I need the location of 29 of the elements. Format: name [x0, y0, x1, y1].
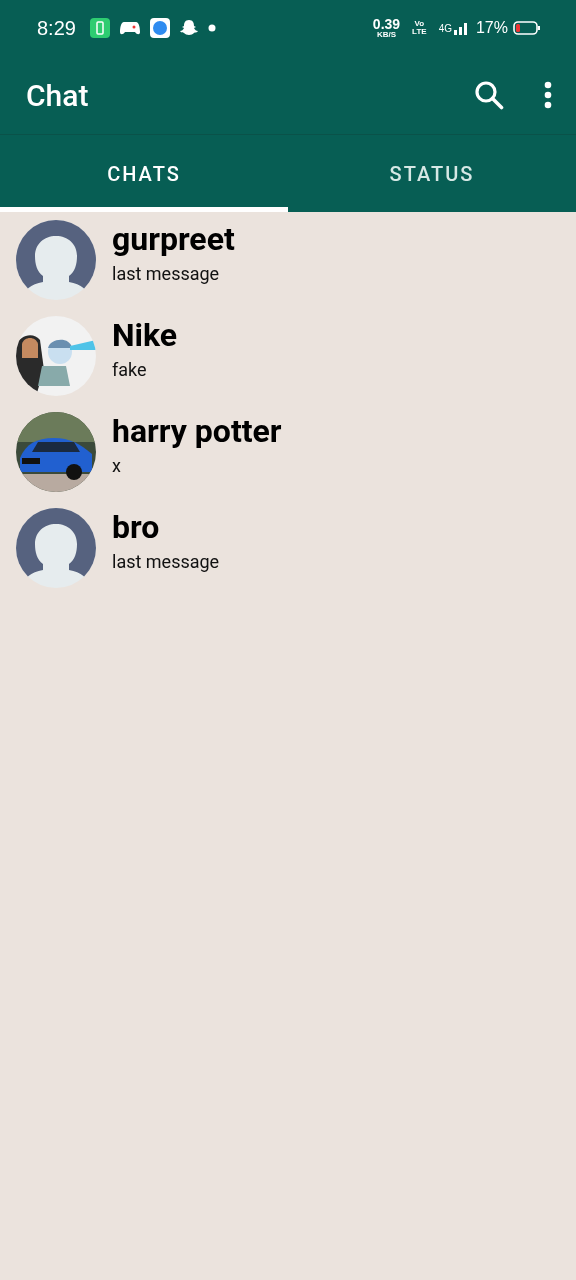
tab[interactable]: STATUS: [288, 135, 576, 212]
volte-label: Vo: [414, 20, 425, 28]
clock-time: 8:29: [37, 16, 76, 40]
search-icon: [474, 80, 504, 110]
last-message: last message: [112, 551, 220, 573]
speed-unit: KB/S: [376, 31, 397, 39]
messenger-app-icon: [149, 18, 170, 38]
last-message: fake: [112, 359, 148, 381]
tab[interactable]: CHATS: [0, 135, 288, 212]
gamepad-icon: [119, 20, 140, 36]
menu-button[interactable]: [544, 81, 552, 109]
contact-name[interactable]: Nike: [112, 317, 178, 354]
battery-icon: [513, 21, 540, 35]
last-message: x: [112, 455, 122, 477]
more-options-icon: [544, 81, 552, 109]
ghost-icon: [179, 19, 198, 37]
search-button[interactable]: [474, 80, 504, 110]
battery-percent: 17%: [475, 19, 508, 37]
battery-app-icon: [89, 18, 110, 38]
app-title: Chat: [26, 77, 90, 113]
last-message: last message: [112, 263, 221, 285]
contact-name[interactable]: harry potter: [112, 413, 282, 450]
contact-name[interactable]: bro: [112, 509, 220, 546]
lte-label: LTE: [412, 28, 427, 36]
signal-icon: [453, 21, 468, 35]
data-speed: 0.39: [372, 17, 401, 31]
dot-icon: [207, 24, 216, 32]
network-type: 4G: [438, 22, 452, 34]
contact-name[interactable]: gurpreet: [112, 221, 235, 258]
